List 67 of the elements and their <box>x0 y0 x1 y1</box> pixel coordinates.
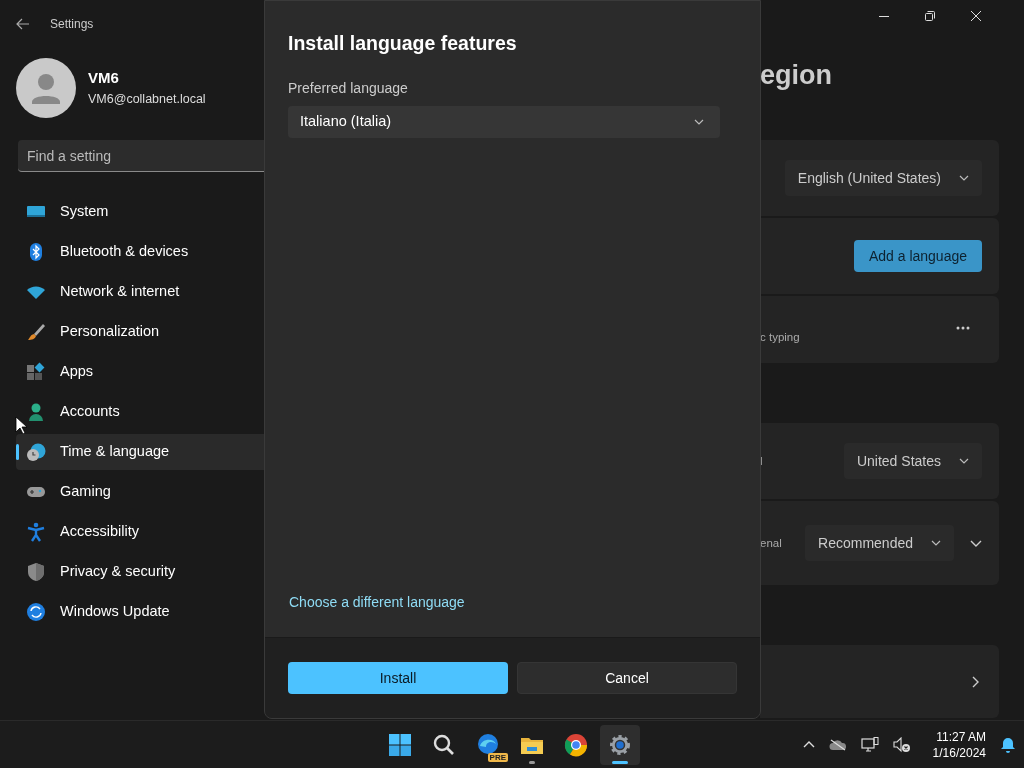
chevron-up-icon[interactable] <box>802 741 815 748</box>
language-dropdown[interactable]: Italiano (Italia) <box>288 106 720 139</box>
chevron-down-icon <box>959 175 969 181</box>
setting-text: c typing <box>760 329 800 345</box>
restore-icon[interactable] <box>925 11 935 21</box>
expand-chevron-icon[interactable] <box>970 539 982 547</box>
search-icon <box>432 732 456 757</box>
chevron-down-icon <box>959 458 969 464</box>
install-button[interactable]: Install <box>288 662 508 694</box>
apps-icon <box>26 362 46 382</box>
chrome-icon <box>564 732 588 757</box>
nav-item[interactable]: Apps <box>16 354 264 390</box>
dropdown[interactable]: Recommended <box>805 525 954 561</box>
chevron-down-icon <box>931 540 941 546</box>
clock-time[interactable]: 11:27 AM <box>936 728 986 745</box>
windows-logo-icon <box>388 732 412 757</box>
pre-badge: PRE <box>487 752 508 762</box>
nav-item[interactable]: Bluetooth & devices <box>16 234 264 270</box>
window-title: Settings <box>50 16 94 33</box>
chevron-down-icon <box>694 119 704 126</box>
different-language-link[interactable]: Choose a different language <box>289 592 737 613</box>
taskbar-app[interactable] <box>600 724 640 765</box>
bell-icon[interactable] <box>1000 736 1016 753</box>
refresh-icon <box>26 602 46 622</box>
setting-text: enal <box>760 536 782 552</box>
brush-icon <box>26 322 46 342</box>
cloud-off-icon[interactable] <box>828 738 847 751</box>
dialog-title: Install language features <box>288 31 518 56</box>
clock-date[interactable]: 1/16/2024 <box>932 744 986 761</box>
setting-text: l <box>760 454 763 470</box>
page-title: egion <box>760 59 833 92</box>
nav-item[interactable]: Gaming <box>16 474 264 510</box>
add-language-button[interactable]: Add a language <box>853 240 982 272</box>
nav-item[interactable]: Time & language <box>16 434 264 470</box>
nav-item[interactable]: Accounts <box>16 394 264 430</box>
chevron-right-icon[interactable] <box>972 675 979 688</box>
account-name: VM6 <box>88 68 120 89</box>
dropdown[interactable]: United States <box>843 443 982 479</box>
pointer-icon <box>15 416 27 434</box>
nav-item[interactable]: Personalization <box>16 314 264 350</box>
field-label: Preferred language <box>288 79 409 99</box>
running-indicator <box>529 760 535 764</box>
nav-item[interactable]: Privacy & security <box>16 554 264 590</box>
globe-clock-icon <box>26 442 46 462</box>
more-options-icon[interactable] <box>956 325 970 330</box>
taskbar-app[interactable]: PRE <box>468 724 508 765</box>
back-arrow-icon[interactable] <box>16 18 30 30</box>
running-indicator <box>612 760 628 764</box>
close-icon[interactable] <box>971 11 981 21</box>
avatar-icon <box>16 58 76 118</box>
selection-indicator <box>16 444 19 460</box>
nav-item[interactable]: Windows Update <box>16 594 264 630</box>
dropdown[interactable]: English (United States) <box>784 160 982 196</box>
minimize-icon[interactable] <box>879 15 889 17</box>
network-icon[interactable] <box>860 736 879 753</box>
speaker-muted-icon[interactable] <box>892 736 911 753</box>
cancel-button[interactable]: Cancel <box>517 662 737 694</box>
gear-icon <box>608 732 632 757</box>
person-icon <box>26 402 46 422</box>
account-email: VM6@collabnet.local <box>88 90 206 108</box>
nav-item[interactable]: Accessibility <box>16 514 264 550</box>
shield-icon <box>26 562 46 582</box>
nav-item[interactable]: System <box>16 194 264 230</box>
accessibility-icon <box>26 522 46 542</box>
search-field[interactable]: Find a setting <box>18 140 264 172</box>
nav-item[interactable]: Network & internet <box>16 274 264 310</box>
browser-wave-icon <box>476 732 500 757</box>
